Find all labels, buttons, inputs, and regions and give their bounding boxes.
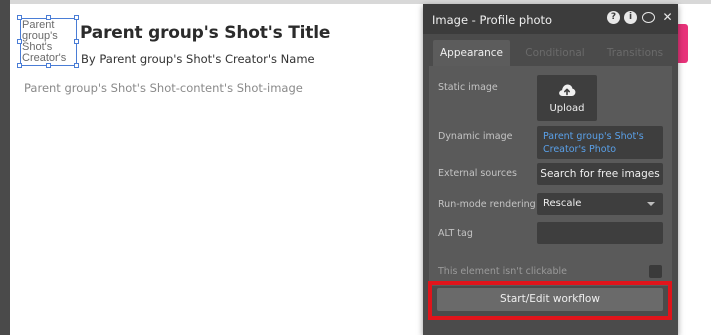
highlight-box (428, 281, 672, 320)
tab-conditional[interactable]: Conditional (517, 40, 593, 66)
resize-handle-bc[interactable] (46, 63, 51, 68)
panel-header: Image - Profile photo ? i ✕ (423, 4, 678, 34)
not-clickable-checkbox[interactable] (649, 265, 662, 278)
resize-handle-ml[interactable] (17, 39, 22, 44)
run-mode-rendering-label: Run-mode rendering (438, 199, 536, 210)
info-icon[interactable]: i (624, 11, 637, 24)
comment-icon[interactable] (642, 12, 655, 23)
static-image-label: Static image (438, 82, 498, 93)
external-sources-label: External sources (438, 168, 517, 179)
upload-label: Upload (549, 103, 585, 114)
shot-image-element[interactable]: Parent group's Shot's Shot-content's Sho… (24, 81, 303, 95)
creator-name-text[interactable]: By Parent group's Shot's Creator's Name (81, 52, 315, 66)
panel-tabs: Appearance Conditional Transitions (433, 40, 673, 66)
editor-left-edge (0, 0, 10, 335)
close-icon[interactable]: ✕ (661, 11, 674, 24)
tab-transitions[interactable]: Transitions (597, 40, 673, 66)
resize-handle-bl[interactable] (17, 63, 22, 68)
run-mode-rendering-select[interactable]: Rescale (537, 193, 663, 215)
tab-appearance[interactable]: Appearance (433, 40, 510, 66)
resize-handle-br[interactable] (74, 63, 79, 68)
pink-side-tab[interactable] (678, 24, 688, 63)
dynamic-image-label: Dynamic image (438, 131, 513, 142)
resize-handle-mr[interactable] (74, 39, 79, 44)
panel-title: Image - Profile photo (432, 13, 553, 27)
resize-handle-tl[interactable] (17, 15, 22, 20)
chevron-down-icon (647, 202, 655, 206)
shot-title-text[interactable]: Parent group's Shot's Title (80, 23, 330, 43)
resize-handle-tr[interactable] (74, 15, 79, 20)
image-placeholder-text: Parent group's Shot's Creator's (22, 19, 67, 64)
cloud-upload-icon (559, 84, 576, 96)
upload-button[interactable]: Upload (537, 75, 597, 121)
help-icon[interactable]: ? (607, 11, 620, 24)
resize-handle-tc[interactable] (46, 15, 51, 20)
not-clickable-label: This element isn't clickable (438, 266, 567, 277)
profile-photo-element[interactable]: Parent group's Shot's Creator's (20, 18, 77, 66)
search-free-images-button[interactable]: Search for free images (537, 163, 663, 185)
run-mode-value: Rescale (543, 198, 582, 209)
alt-tag-input[interactable] (537, 222, 663, 244)
dynamic-image-field[interactable]: Parent group's Shot's Creator's Photo (537, 126, 663, 159)
alt-tag-label: ALT tag (438, 228, 473, 239)
